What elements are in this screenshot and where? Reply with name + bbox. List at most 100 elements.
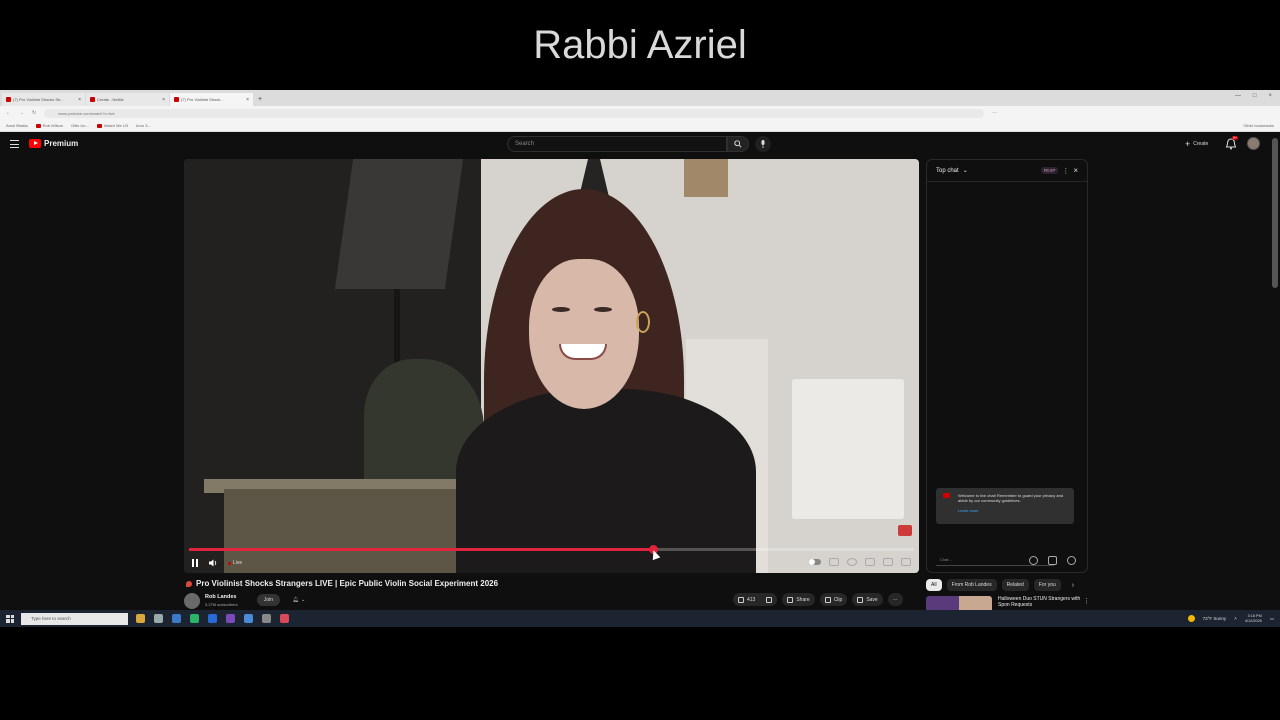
forward-icon[interactable]: → <box>19 110 24 116</box>
settings-gear-icon[interactable] <box>262 614 271 623</box>
bookmark-item[interactable]: Arvo 3... <box>136 123 151 128</box>
chevron-down-icon[interactable]: ⌄ <box>963 167 968 174</box>
miniplayer-icon[interactable] <box>865 558 875 566</box>
pause-icon[interactable] <box>192 559 199 567</box>
more-actions-button[interactable]: ⋯ <box>887 593 903 606</box>
more-options-icon[interactable]: ⋮ <box>1062 167 1069 175</box>
super-chat-icon[interactable] <box>1048 556 1057 565</box>
progress-bar-fill <box>189 548 653 551</box>
chevron-up-icon[interactable]: ˄ <box>1234 616 1237 621</box>
subscribe-notify-button[interactable]: 🔔︎ ⌄ <box>287 594 311 606</box>
weather-text[interactable]: 73°F Sunny <box>1203 616 1227 621</box>
word-icon[interactable] <box>244 614 253 623</box>
chip-all[interactable]: All <box>926 579 942 591</box>
thumbs-down-icon[interactable] <box>766 596 773 603</box>
video-title-text: Pro Violinist Shocks Strangers LIVE | Ep… <box>196 579 499 588</box>
hamburger-menu-icon[interactable] <box>10 140 19 148</box>
tab-close-icon[interactable]: × <box>78 97 81 103</box>
system-tray: 73°F Sunny ˄ 3:18 PM 4/12/2026 ▭ <box>1187 614 1280 624</box>
more-options-icon[interactable]: ⋮ <box>1083 597 1090 605</box>
media-app-icon[interactable] <box>280 614 289 623</box>
file-explorer-icon[interactable] <box>136 614 145 623</box>
player-controls-right <box>809 558 911 566</box>
browser-tab-2[interactable]: Create - Netflix × <box>86 93 169 106</box>
settings-gear-icon[interactable] <box>847 558 857 566</box>
thumbs-up-icon <box>738 596 744 603</box>
browser-tab-label: (7) Pro Violinist Shocks Str... <box>13 97 64 102</box>
steam-icon[interactable] <box>172 614 181 623</box>
channel-watermark-icon[interactable] <box>898 525 912 536</box>
windows-start-icon[interactable] <box>3 612 17 626</box>
volume-icon[interactable] <box>209 559 218 567</box>
address-bar[interactable]: www.youtube.com/watch?v=live <box>44 108 985 118</box>
chevron-right-icon[interactable]: › <box>1072 582 1074 589</box>
tab-close-icon[interactable]: × <box>246 97 249 103</box>
subtitles-icon[interactable] <box>829 558 839 566</box>
system-clock[interactable]: 3:18 PM 4/12/2026 <box>1245 614 1262 624</box>
browser-tab-1[interactable]: (7) Pro Violinist Shocks Str... × <box>2 93 85 106</box>
chip-for-you[interactable]: For you <box>1033 579 1061 591</box>
video-player[interactable]: Live <box>184 159 919 573</box>
other-bookmarks[interactable]: Other bookmarks <box>1243 123 1274 128</box>
chat-badge[interactable]: FEXP <box>1040 167 1059 174</box>
create-button[interactable]: + Create <box>1181 138 1212 150</box>
account-avatar[interactable] <box>1247 137 1260 150</box>
share-icon <box>787 596 794 603</box>
taskbar-search-input[interactable]: Type here to search <box>21 612 128 625</box>
new-tab-button[interactable]: + <box>254 93 266 106</box>
back-icon[interactable]: ← <box>6 110 11 116</box>
minimize-icon[interactable]: — <box>1235 93 1241 99</box>
chrome-icon[interactable] <box>190 614 199 623</box>
live-chat-panel: Top chat ⌄ FEXP ⋮ × Welcome to live chat… <box>926 159 1088 573</box>
bookmark-item[interactable]: Watch Me U3 <box>96 123 128 128</box>
channel-name[interactable]: Rob Landes <box>205 594 236 600</box>
autoplay-toggle[interactable] <box>809 559 821 565</box>
clip-button[interactable]: Clip <box>819 593 848 606</box>
youtube-logo[interactable]: Premium <box>29 139 78 148</box>
bookmark-item[interactable]: Gifts Un... <box>71 123 89 128</box>
logo-text: Premium <box>44 139 79 148</box>
fullscreen-icon[interactable] <box>901 558 911 566</box>
theater-mode-icon[interactable] <box>883 558 893 566</box>
page-scrollbar[interactable] <box>1272 138 1278 288</box>
bookmark-item[interactable]: Amol Bhatia <box>6 123 28 128</box>
maximize-icon[interactable]: □ <box>1253 93 1257 99</box>
join-button[interactable]: Join <box>257 594 280 606</box>
chip-from-channel[interactable]: From Rob Landes <box>946 579 997 591</box>
live-indicator[interactable]: Live <box>228 560 242 566</box>
video-frame-music-stand <box>334 159 464 289</box>
save-button[interactable]: Save <box>852 593 883 606</box>
learn-more-link[interactable]: Learn more <box>958 508 1068 513</box>
url-text: www.youtube.com/watch?v=live <box>58 110 115 116</box>
video-frame-eye <box>552 307 570 312</box>
reload-icon[interactable]: ↻ <box>32 110 36 116</box>
search-input[interactable]: Search <box>507 136 727 152</box>
like-count: 413 <box>747 596 756 603</box>
chat-mode-dropdown[interactable]: Top chat <box>936 168 959 174</box>
like-button[interactable]: 413 <box>733 593 778 606</box>
heart-icon[interactable] <box>1067 556 1076 565</box>
close-chat-icon[interactable]: × <box>1073 166 1078 175</box>
netflix-favicon-icon <box>90 97 95 102</box>
share-button[interactable]: Share <box>782 593 815 606</box>
extensions-icon[interactable]: ⋯ <box>992 110 997 116</box>
notification-center-icon[interactable]: ▭ <box>1270 616 1274 622</box>
chip-related[interactable]: Related <box>1001 579 1029 591</box>
browser-tab-strip: (7) Pro Violinist Shocks Str... × Create… <box>0 90 1280 106</box>
tab-close-icon[interactable]: × <box>162 97 165 103</box>
progress-bar[interactable] <box>189 545 914 554</box>
task-view-icon[interactable] <box>154 614 163 623</box>
channel-avatar[interactable] <box>184 593 200 609</box>
close-window-icon[interactable]: × <box>1268 93 1272 99</box>
youtube-favicon-icon <box>35 123 41 128</box>
emoji-icon[interactable] <box>1029 556 1038 565</box>
desktop-screen: (7) Pro Violinist Shocks Str... × Create… <box>0 90 1280 627</box>
edge-icon[interactable] <box>208 614 217 623</box>
youtube-play-logo-icon <box>29 139 41 148</box>
bookmark-item[interactable]: Rob Wilson <box>35 123 63 128</box>
voice-search-button[interactable] <box>755 136 771 152</box>
browser-tab-3[interactable]: (7) Pro Violinist Shock... × <box>170 93 253 106</box>
window-controls: — □ × <box>1235 93 1272 99</box>
app-icon[interactable] <box>226 614 235 623</box>
search-button[interactable] <box>727 136 749 152</box>
